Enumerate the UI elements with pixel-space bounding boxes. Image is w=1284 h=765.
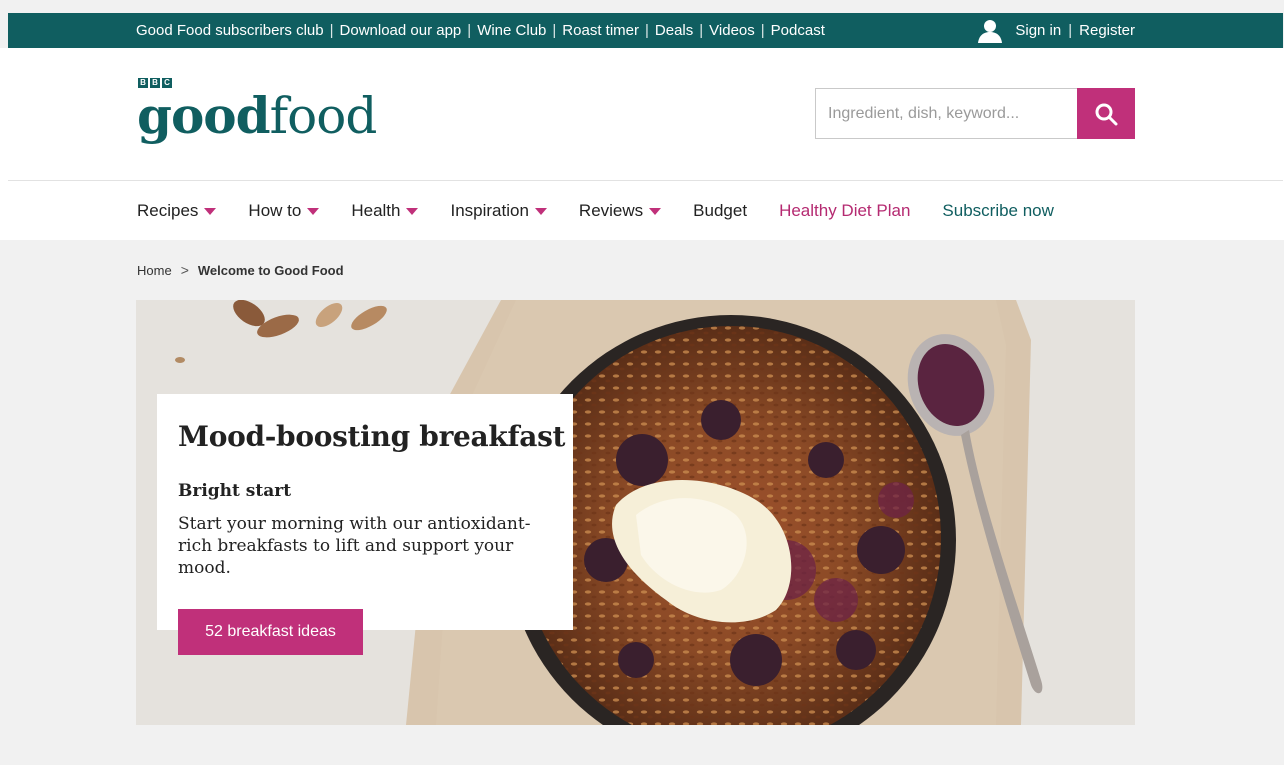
hero-promo-card: Mood-boosting breakfast Bright start Sta… [157,394,573,630]
hero-description: Start your morning with our antioxidant-… [178,514,531,578]
nav-item-budget[interactable]: Budget [693,201,747,221]
subscribers-club-link[interactable]: Good Food subscribers club [136,22,324,39]
nav-item-label: Health [351,200,401,220]
nav-item-health[interactable]: Health [351,200,419,221]
logo-light-part: food [269,87,378,145]
roast-timer-link[interactable]: Roast timer [562,22,639,39]
nav-item-recipes[interactable]: Recipes [137,200,217,221]
nav-item-label: Healthy Diet Plan [779,200,911,220]
sign-in-link[interactable]: Sign in [1015,22,1061,39]
top-utility-bar: Good Food subscribers club | Download ou… [8,13,1283,48]
nav-item-label: Budget [693,200,748,220]
site-header: B B C goodfood Recipes How to Health [0,48,1284,240]
nav-item-label: Subscribe now [942,200,1054,220]
link-separator: | [760,22,765,39]
nav-item-label: Reviews [578,200,644,220]
breakfast-ideas-button[interactable]: 52 breakfast ideas [178,609,363,655]
nav-item-subscribe-now[interactable]: Subscribe now [942,201,1054,221]
link-separator: | [699,22,704,39]
videos-link[interactable]: Videos [709,22,755,39]
bbc-goodfood-logo[interactable]: B B C goodfood [137,78,397,150]
link-separator: | [644,22,649,39]
top-links: Good Food subscribers club | Download ou… [136,13,825,48]
chevron-right-icon: > [180,262,189,278]
nav-item-how-to[interactable]: How to [248,200,320,221]
search-icon [1095,103,1118,125]
nav-item-inspiration[interactable]: Inspiration [450,200,547,221]
search-button[interactable] [1077,88,1135,139]
search-form [815,88,1135,139]
download-app-link[interactable]: Download our app [340,22,462,39]
account-links: Sign in | Register [977,13,1135,48]
register-link[interactable]: Register [1079,22,1135,39]
nav-item-label: Inspiration [450,200,529,220]
caret-down-icon [406,208,419,215]
caret-down-icon [534,208,547,215]
user-icon[interactable] [977,19,1003,43]
nav-item-reviews[interactable]: Reviews [578,200,662,221]
link-separator: | [552,22,557,39]
breadcrumb: Home > Welcome to Good Food [137,262,344,278]
link-separator: | [329,22,334,39]
nav-item-label: How to [248,200,302,220]
wine-club-link[interactable]: Wine Club [477,22,546,39]
link-separator: | [467,22,472,39]
link-separator: | [1068,22,1073,39]
caret-down-icon [204,208,217,215]
nav-item-healthy-diet-plan[interactable]: Healthy Diet Plan [779,201,910,221]
caret-down-icon [649,208,662,215]
breadcrumb-home[interactable]: Home [137,263,172,278]
logo-bold-part: good [137,86,271,145]
caret-down-icon [307,208,320,215]
search-input[interactable] [815,88,1077,139]
breadcrumb-current: Welcome to Good Food [197,262,344,278]
nav-item-label: Recipes [137,200,199,220]
logo-wordmark: goodfood [137,86,378,146]
hero-title: Mood-boosting breakfast [178,420,566,453]
deals-link[interactable]: Deals [655,22,693,39]
podcast-link[interactable]: Podcast [771,22,825,39]
hero-subtitle: Bright start [178,481,292,501]
main-nav: Recipes How to Health Inspiration Review… [137,181,1086,240]
